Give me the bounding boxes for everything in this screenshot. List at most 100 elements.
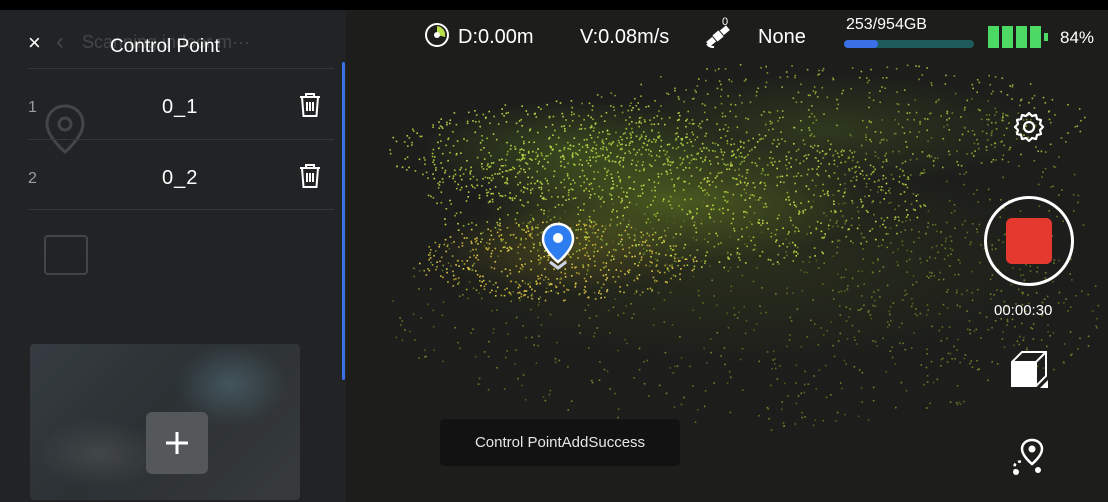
- cloud-point: [604, 178, 606, 180]
- cloud-point: [924, 205, 927, 207]
- cloud-point: [621, 200, 623, 202]
- cloud-point: [667, 93, 670, 95]
- cloud-point: [705, 254, 707, 257]
- cloud-point: [490, 266, 493, 269]
- cloud-point: [635, 245, 637, 247]
- cloud-point: [977, 201, 979, 203]
- cloud-point: [529, 189, 532, 192]
- cloud-point: [765, 81, 768, 84]
- cloud-point: [1003, 134, 1005, 136]
- cloud-point: [650, 150, 652, 153]
- cloud-point: [859, 173, 862, 175]
- cloud-point: [994, 76, 997, 78]
- cloud-point: [440, 275, 442, 277]
- control-point-row[interactable]: 1 0_1: [28, 68, 334, 139]
- cloud-point: [1003, 144, 1005, 147]
- cloud-point: [628, 201, 631, 204]
- cloud-point: [1070, 306, 1072, 308]
- cloud-point: [1084, 116, 1086, 119]
- cloud-point: [677, 178, 679, 180]
- cloud-point: [694, 89, 696, 92]
- cloud-point: [606, 148, 608, 151]
- cloud-point: [830, 394, 832, 396]
- cloud-point: [678, 118, 680, 121]
- cloud-point: [537, 275, 539, 277]
- cloud-point: [763, 182, 766, 184]
- cloud-point: [583, 175, 586, 177]
- cloud-point: [786, 167, 788, 170]
- cloud-point: [906, 249, 908, 252]
- cloud-point: [905, 209, 908, 211]
- cloud-point: [829, 148, 831, 151]
- cloud-point: [957, 338, 959, 341]
- cloud-point: [441, 178, 444, 180]
- cloud-point: [516, 282, 518, 284]
- cloud-point: [789, 203, 791, 206]
- cloud-point: [635, 122, 638, 124]
- cloud-point: [607, 169, 610, 172]
- cloud-point: [826, 96, 829, 99]
- cloud-point: [648, 163, 651, 166]
- cloud-point: [574, 182, 576, 184]
- cloud-point: [727, 126, 730, 129]
- cloud-point: [701, 266, 703, 268]
- cloud-point: [865, 182, 868, 185]
- control-point-row[interactable]: 2 0_2: [28, 139, 334, 210]
- cube-view-icon[interactable]: [1008, 348, 1050, 390]
- cloud-point: [818, 69, 820, 72]
- route-icon[interactable]: [1008, 436, 1048, 476]
- cloud-point: [942, 357, 944, 360]
- cloud-point: [678, 205, 680, 207]
- cloud-point: [894, 119, 896, 121]
- cloud-point: [586, 219, 588, 221]
- cloud-point: [506, 170, 509, 172]
- cloud-point: [633, 313, 635, 315]
- cloud-point: [946, 307, 949, 309]
- cloud-point: [775, 293, 777, 295]
- cloud-point: [954, 92, 957, 95]
- cloud-point: [778, 263, 780, 265]
- cloud-point: [839, 183, 842, 186]
- cloud-point: [815, 259, 818, 262]
- close-button[interactable]: ×: [28, 30, 41, 56]
- cloud-point: [745, 177, 747, 179]
- cloud-point: [740, 145, 742, 148]
- panel-scrollbar[interactable]: [342, 62, 345, 380]
- cloud-point: [629, 105, 631, 107]
- cloud-point: [562, 299, 565, 302]
- cloud-point: [868, 92, 871, 94]
- cloud-point: [460, 152, 462, 154]
- cloud-point: [788, 231, 790, 233]
- cloud-point: [579, 209, 582, 211]
- cloud-point: [851, 167, 853, 170]
- cloud-point: [548, 138, 550, 140]
- cloud-point: [923, 383, 925, 386]
- cloud-point: [476, 254, 479, 257]
- cloud-point: [480, 149, 482, 151]
- cloud-point: [730, 161, 732, 164]
- cloud-point: [987, 188, 990, 191]
- cloud-point: [726, 382, 729, 384]
- cloud-point: [524, 282, 527, 284]
- cloud-point: [463, 237, 466, 239]
- cloud-point: [792, 224, 794, 227]
- cloud-point: [883, 219, 886, 222]
- settings-icon[interactable]: [1012, 110, 1046, 144]
- cloud-point: [614, 160, 617, 163]
- delete-icon[interactable]: [298, 163, 322, 189]
- cloud-point: [523, 186, 525, 188]
- cloud-point: [505, 322, 508, 324]
- cloud-point: [582, 266, 585, 268]
- location-pin-icon[interactable]: [540, 222, 576, 270]
- record-stop-button[interactable]: [984, 196, 1074, 286]
- cloud-point: [802, 261, 804, 263]
- cloud-point: [890, 173, 893, 176]
- cloud-point: [642, 247, 645, 250]
- cloud-point: [745, 117, 747, 120]
- cloud-point: [555, 285, 557, 288]
- cloud-point: [535, 280, 537, 283]
- delete-icon[interactable]: [298, 92, 322, 118]
- cloud-point: [452, 131, 454, 133]
- add-control-point-button[interactable]: [146, 412, 208, 474]
- cloud-point: [653, 123, 656, 126]
